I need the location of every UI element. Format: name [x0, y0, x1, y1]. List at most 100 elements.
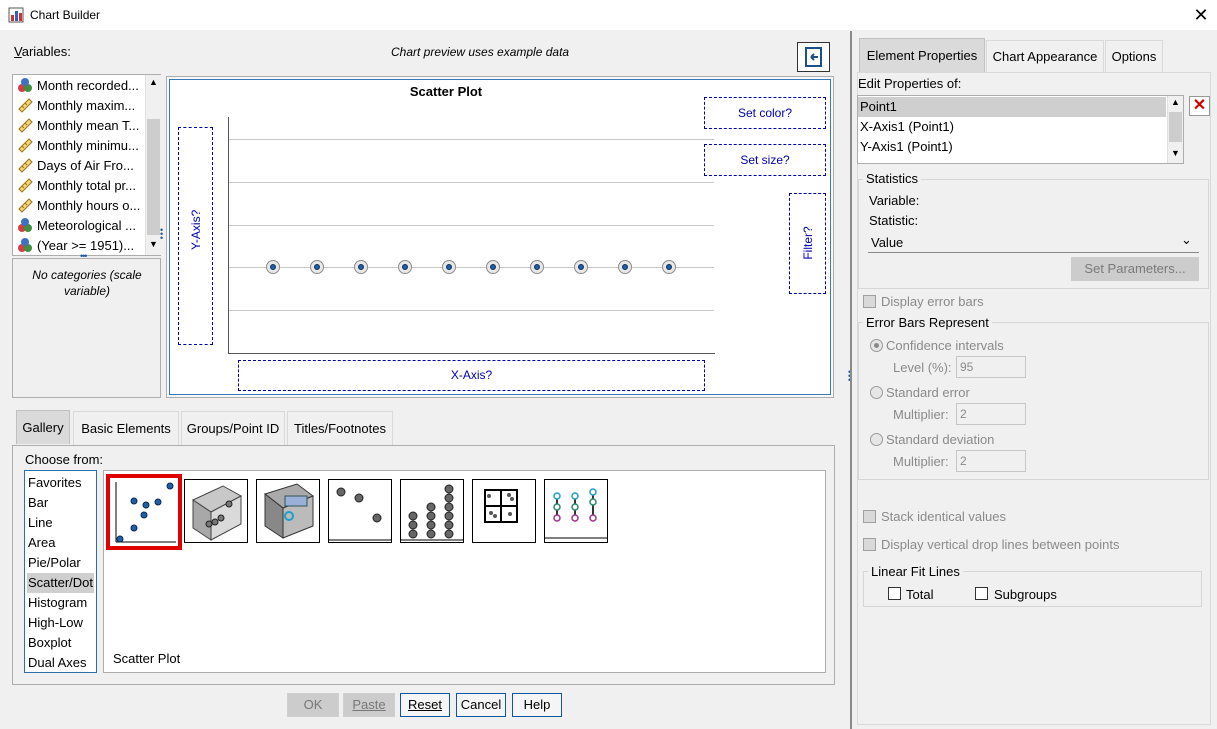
set-color-dropzone[interactable]: Set color? — [704, 97, 826, 129]
y-axis-dropzone[interactable]: Y-Axis? — [178, 127, 213, 345]
property-item[interactable]: X-Axis1 (Point1) — [858, 117, 1166, 137]
variables-list[interactable]: Month recorded... Monthly maxim... Monthly… — [12, 74, 161, 256]
statistic-label: Statistic: — [869, 213, 919, 228]
tab-element-properties[interactable]: Element Properties — [859, 38, 985, 72]
window-title: Chart Builder — [30, 8, 101, 22]
scroll-thumb[interactable] — [147, 119, 160, 235]
preview-point — [574, 260, 588, 274]
tab-groups-point-id[interactable]: Groups/Point ID — [181, 411, 285, 445]
variable-item[interactable]: Monthly minimu... — [17, 135, 145, 155]
scatterplot-matrix-thumb[interactable] — [472, 479, 536, 543]
multiplier-input-2[interactable]: 2 — [956, 450, 1026, 472]
tab-gallery[interactable]: Gallery — [16, 410, 70, 444]
selected-chart-label: Scatter Plot — [113, 651, 181, 666]
gallery-type-list[interactable]: Favorites Bar Line Area Pie/Polar Scatter/Dot… — [24, 470, 97, 673]
preview-note: Chart preview uses example data — [391, 45, 570, 59]
preview-point — [310, 260, 324, 274]
y-axis-label: Y-Axis? — [189, 209, 203, 250]
properties-scrollbar[interactable]: ▲ ▼ — [1167, 96, 1183, 163]
scale-icon — [18, 178, 33, 193]
cancel-button[interactable]: Cancel — [456, 693, 506, 717]
scroll-up-icon[interactable]: ▲ — [149, 77, 158, 87]
gallery-item-histogram[interactable]: Histogram — [27, 593, 94, 613]
paste-button[interactable]: Paste — [343, 693, 395, 717]
std-dev-radio[interactable] — [870, 433, 883, 446]
ok-button[interactable]: OK — [287, 693, 339, 717]
variable-item[interactable]: Monthly maxim... — [17, 95, 145, 115]
confidence-radio[interactable] — [870, 339, 883, 352]
total-checkbox[interactable] — [888, 587, 901, 600]
level-label: Level (%): — [893, 360, 952, 375]
variables-label: Variables: — [14, 44, 71, 59]
set-parameters-button[interactable]: Set Parameters... — [1071, 257, 1199, 281]
gallery-item-high-low[interactable]: High-Low — [27, 613, 94, 633]
properties-list[interactable]: Point1 X-Axis1 (Point1) Y-Axis1 (Point1) ▲… — [857, 95, 1184, 164]
scroll-down-icon[interactable]: ▼ — [149, 239, 158, 249]
multiplier-input-1[interactable]: 2 — [956, 403, 1026, 425]
filter-dropzone[interactable]: Filter? — [789, 193, 826, 294]
gallery-item-area[interactable]: Area — [27, 533, 94, 553]
gallery-item-bar[interactable]: Bar — [27, 493, 94, 513]
gallery-item-line[interactable]: Line — [27, 513, 94, 533]
drop-line-thumb[interactable] — [544, 479, 608, 543]
variable-item[interactable]: Monthly total pr... — [17, 175, 145, 195]
variable-item[interactable]: Days of Air Fro... — [17, 155, 145, 175]
std-error-label: Standard error — [886, 385, 970, 400]
preview-window-icon — [805, 47, 822, 67]
drop-lines-checkbox[interactable] — [863, 538, 876, 551]
variable-item[interactable]: Monthly hours o... — [17, 195, 145, 215]
dot-plot-icon — [401, 484, 463, 541]
expand-preview-button[interactable] — [797, 42, 830, 72]
gridline — [229, 310, 714, 311]
variable-item[interactable]: Month recorded... — [17, 75, 145, 95]
simple-scatter-thumb[interactable] — [106, 474, 182, 550]
property-item[interactable]: Y-Axis1 (Point1) — [858, 137, 1166, 157]
error-bars-title: Error Bars Represent — [863, 315, 992, 330]
property-item[interactable]: Point1 — [858, 97, 1166, 117]
variable-label: Monthly maxim... — [37, 97, 136, 113]
gallery-item-boxplot[interactable]: Boxplot — [27, 633, 94, 653]
variable-item[interactable]: Meteorological ... — [17, 215, 145, 235]
multiplier-label-1: Multiplier: — [893, 407, 949, 422]
dot-plot-thumb[interactable] — [400, 479, 464, 543]
help-button[interactable]: Help — [512, 693, 562, 717]
reset-button[interactable]: Reset — [400, 693, 450, 717]
preview-point — [354, 260, 368, 274]
gallery-item-pie-polar[interactable]: Pie/Polar — [27, 553, 94, 573]
reset-button-label: Reset — [408, 697, 442, 712]
gallery-item-dual-axes[interactable]: Dual Axes — [27, 653, 94, 673]
nominal-icon — [18, 78, 32, 92]
close-icon[interactable]: ✕ — [1189, 3, 1213, 27]
statistic-select[interactable]: Value ⌄ — [868, 231, 1199, 253]
drop-lines-label: Display vertical drop lines between poin… — [881, 537, 1120, 552]
subgroups-checkbox[interactable] — [975, 587, 988, 600]
std-error-radio[interactable] — [870, 386, 883, 399]
overlay-scatter-thumb[interactable] — [256, 479, 320, 543]
variable-item[interactable]: Monthly mean T... — [17, 115, 145, 135]
delete-element-icon[interactable]: ✕ — [1189, 96, 1210, 116]
gallery-item-scatter-dot[interactable]: Scatter/Dot — [27, 573, 94, 593]
title-bar: Chart Builder ✕ — [0, 0, 1217, 30]
tab-titles-footnotes[interactable]: Titles/Footnotes — [287, 411, 393, 445]
level-input[interactable]: 95 — [956, 356, 1026, 378]
scroll-up-icon[interactable]: ▲ — [1171, 97, 1180, 107]
summary-point-thumb[interactable] — [328, 479, 392, 543]
tab-options[interactable]: Options — [1105, 40, 1163, 72]
splitter-handle-icon[interactable]: • • • — [160, 226, 164, 243]
stack-identical-checkbox[interactable] — [863, 510, 876, 523]
scale-icon — [18, 138, 33, 153]
variables-scrollbar[interactable]: ▲ ▼ — [145, 75, 161, 255]
scroll-thumb[interactable] — [1169, 112, 1182, 142]
tab-chart-appearance[interactable]: Chart Appearance — [986, 40, 1104, 72]
tab-basic-elements[interactable]: Basic Elements — [73, 411, 179, 445]
set-size-dropzone[interactable]: Set size? — [704, 144, 826, 176]
gallery-item-favorites[interactable]: Favorites — [27, 473, 94, 493]
scroll-down-icon[interactable]: ▼ — [1171, 148, 1180, 158]
chart-canvas[interactable]: Scatter Plot Y-Axis? Set color? Set size… — [166, 76, 834, 398]
display-error-bars-checkbox[interactable] — [863, 295, 876, 308]
subgroups-label: Subgroups — [994, 587, 1057, 602]
3d-scatter-thumb[interactable] — [184, 479, 248, 543]
x-axis-dropzone[interactable]: X-Axis? — [238, 360, 705, 391]
chart-canvas-inner: Scatter Plot Y-Axis? Set color? Set size… — [169, 79, 831, 395]
gridline — [229, 139, 714, 140]
